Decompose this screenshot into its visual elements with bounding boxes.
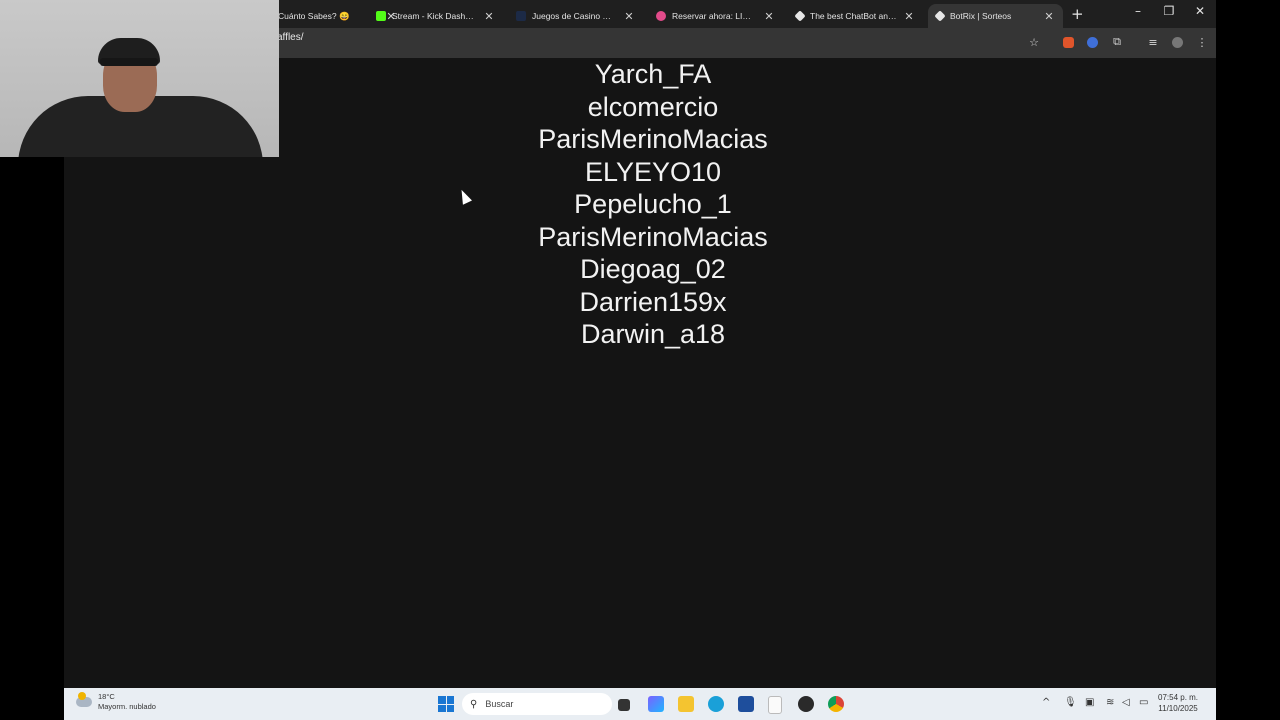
taskbar-search[interactable]: ⚲ Buscar	[462, 693, 612, 715]
tray-overflow-icon[interactable]: ^	[1042, 697, 1050, 708]
participant-name: ELYEYO10	[584, 156, 722, 187]
notification-tray-icon[interactable]: ▣	[1085, 697, 1094, 708]
extension-fox-icon[interactable]	[1061, 35, 1075, 49]
menu-kebab-icon[interactable]: ⋮	[1195, 35, 1209, 49]
wifi-icon[interactable]: ≋	[1106, 697, 1114, 708]
weather-temp: 18°C	[98, 692, 115, 701]
tab-title: Reservar ahora: LIM a SAL	[672, 11, 757, 21]
participant-name: Pepelucho_1	[574, 189, 732, 219]
tab-title: BotRix | Sorteos	[950, 11, 1012, 21]
task-view-icon[interactable]	[618, 699, 630, 711]
url-text[interactable]: affles/	[277, 32, 304, 43]
tab-casino[interactable]: Juegos de Casino Online ✕	[508, 4, 643, 28]
close-tab-icon[interactable]: ✕	[903, 10, 915, 23]
tab-kick-dashboard[interactable]: Stream - Kick Dashboard ✕	[368, 4, 503, 28]
webcam-overlay	[0, 0, 279, 157]
close-window-icon[interactable]: ✕	[1190, 4, 1210, 18]
taskbar-clock[interactable]: 07:54 p. m. 11/10/2025	[1158, 692, 1198, 714]
participant-name: Yarch_FA	[594, 59, 712, 89]
flower-icon	[656, 11, 666, 21]
weather-text: 18°C Mayorm. nublado	[98, 692, 156, 712]
microphone-icon[interactable]: 🎙	[1064, 697, 1077, 708]
clock-time: 07:54 p. m.	[1158, 693, 1199, 702]
search-icon: ⚲	[470, 698, 478, 710]
participant-name: Darrien159x	[579, 286, 727, 317]
close-tab-icon[interactable]: ✕	[763, 10, 775, 23]
minimize-icon[interactable]: –	[1128, 4, 1148, 18]
store-icon[interactable]	[738, 696, 754, 712]
webcam-person-cap-brim	[100, 58, 158, 66]
edge-browser-icon[interactable]	[708, 696, 724, 712]
participant-name: Darwin_a18	[580, 319, 726, 349]
tab-reservar[interactable]: Reservar ahora: LIM a SAL ✕	[648, 4, 783, 28]
tab-title: The best ChatBot and Wi	[810, 11, 897, 21]
file-explorer-icon[interactable]	[678, 696, 694, 712]
weather-cloud-icon	[76, 692, 92, 707]
botrix-icon	[794, 10, 806, 22]
tab-chatbot[interactable]: The best ChatBot and Wi ✕	[788, 4, 923, 28]
copilot-icon[interactable]	[648, 696, 664, 712]
profile-icon[interactable]	[1170, 35, 1184, 49]
volume-icon[interactable]: ◁	[1122, 697, 1130, 708]
media-control-icon[interactable]: ≡	[1146, 35, 1160, 49]
weather-desc: Mayorm. nublado	[98, 702, 156, 711]
participant-name: ParisMerinoMacias	[538, 221, 768, 252]
close-tab-icon[interactable]: ✕	[623, 10, 635, 23]
new-tab-icon[interactable]: +	[1071, 5, 1084, 23]
search-placeholder: Buscar	[485, 699, 514, 709]
close-tab-icon[interactable]: ✕	[483, 10, 495, 23]
extensions-puzzle-icon[interactable]: ⧉	[1110, 35, 1124, 49]
raffle-participants-list: Yarch_FA elcomercio ParisMerinoMacias EL…	[453, 58, 853, 351]
restore-icon[interactable]: ❐	[1159, 4, 1179, 18]
tab-title: Stream - Kick Dashboard	[392, 11, 477, 21]
tab-title: Juegos de Casino Online	[532, 11, 617, 21]
clock-date: 11/10/2025	[1158, 704, 1198, 713]
chrome-icon[interactable]	[828, 696, 844, 712]
casino-icon	[516, 11, 526, 21]
tab-botrix-sorteos[interactable]: BotRix | Sorteos ✕	[928, 4, 1063, 28]
participant-name: elcomercio	[587, 91, 719, 122]
tab-title: Cuánto Sabes? 😄	[278, 10, 350, 21]
weather-widget[interactable]: 18°C Mayorm. nublado	[76, 692, 156, 712]
obs-icon[interactable]	[798, 696, 814, 712]
botrix-icon	[934, 10, 946, 22]
participant-name: Diegoag_02	[580, 254, 726, 284]
extension-blue-icon[interactable]	[1085, 35, 1099, 49]
bookmark-star-icon[interactable]: ☆	[1027, 35, 1041, 49]
battery-icon[interactable]: ▭	[1139, 697, 1148, 708]
close-tab-icon[interactable]: ✕	[1043, 10, 1055, 23]
windows-start-icon[interactable]	[438, 696, 454, 712]
participant-name: ParisMerinoMacias	[538, 124, 768, 154]
kick-icon	[376, 11, 386, 21]
notepad-icon[interactable]	[768, 696, 782, 714]
